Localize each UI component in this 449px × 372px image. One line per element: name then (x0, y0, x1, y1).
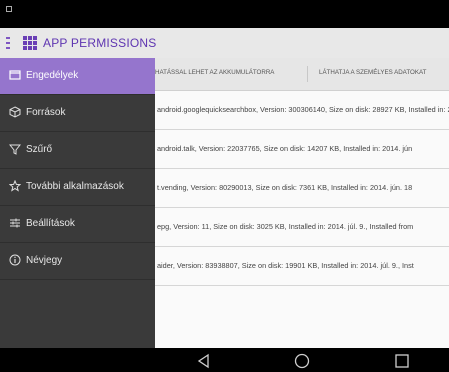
drawer-item-about[interactable]: Névjegy (0, 243, 155, 280)
list-item[interactable]: android.googlequicksearchbox, Version: 3… (155, 91, 449, 130)
status-bar (0, 0, 449, 28)
recents-icon[interactable] (394, 353, 410, 369)
back-icon[interactable] (196, 353, 212, 369)
app-toolbar: APP PERMISSIONS (0, 28, 449, 58)
app-grid-icon (23, 36, 37, 50)
menu-icon[interactable] (6, 37, 10, 49)
list-item[interactable]: android.talk, Version: 22037765, Size on… (155, 130, 449, 169)
system-nav-bar (0, 348, 449, 372)
filter-icon (8, 143, 22, 155)
drawer-item-label: Engedélyek (26, 70, 79, 81)
list-item-text: aider, Version: 83938807, Size on disk: … (157, 261, 414, 270)
drawer-item-label: Névjegy (26, 255, 63, 266)
home-icon[interactable] (294, 353, 310, 369)
tab-personal-data[interactable]: LÁTHATJA A SZEMÉLYES ADATOKAT (319, 69, 426, 76)
list-item-text: t.vending, Version: 80290013, Size on di… (157, 183, 413, 192)
drawer-item-label: Beállítások (26, 218, 75, 229)
cube-icon (9, 106, 21, 118)
list-item-text: android.googlequicksearchbox, Version: 3… (157, 105, 449, 114)
page-title: APP PERMISSIONS (43, 36, 157, 50)
drawer-item-sources[interactable]: Források (0, 95, 155, 132)
info-icon (9, 254, 21, 266)
list-item[interactable]: t.vending, Version: 80290013, Size on di… (155, 169, 449, 208)
window-icon (9, 69, 21, 81)
notification-icon (6, 6, 12, 12)
navigation-drawer: Engedélyek Források Szűrő További alkalm… (0, 58, 155, 348)
list-item-text: epg, Version: 11, Size on disk: 3025 KB,… (157, 222, 414, 231)
drawer-item-more-apps[interactable]: További alkalmazások (0, 169, 155, 206)
tab-battery[interactable]: HATÁSSAL LEHET AZ AKKUMULÁTORRA (155, 69, 274, 76)
permissions-content: HATÁSSAL LEHET AZ AKKUMULÁTORRA LÁTHATJA… (155, 58, 449, 348)
drawer-item-settings[interactable]: Beállítások (0, 206, 155, 243)
drawer-item-filter[interactable]: Szűrő (0, 132, 155, 169)
sliders-icon (9, 217, 21, 229)
drawer-item-label: Források (26, 107, 66, 118)
drawer-item-permissions[interactable]: Engedélyek (0, 58, 155, 95)
list-item[interactable]: aider, Version: 83938807, Size on disk: … (155, 247, 449, 286)
tab-bar: HATÁSSAL LEHET AZ AKKUMULÁTORRA LÁTHATJA… (155, 58, 449, 91)
list-item-text: android.talk, Version: 22037765, Size on… (157, 144, 413, 153)
drawer-item-label: Szűrő (26, 144, 53, 155)
drawer-item-label: További alkalmazások (26, 181, 124, 192)
tab-divider (307, 66, 308, 82)
star-icon (8, 179, 22, 192)
list-item[interactable]: epg, Version: 11, Size on disk: 3025 KB,… (155, 208, 449, 247)
